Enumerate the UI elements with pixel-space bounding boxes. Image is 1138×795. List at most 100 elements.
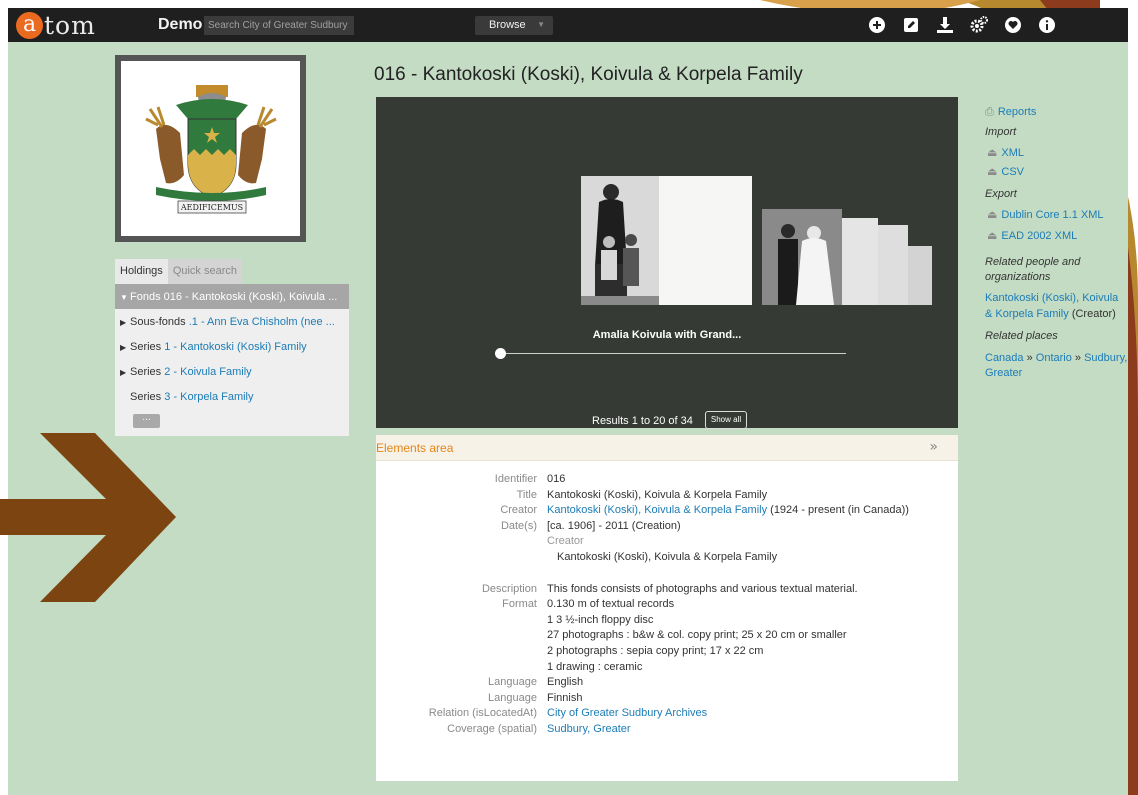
field-coverage: Coverage (spatial) Sudbury, Greater: [376, 722, 958, 738]
tree-item-link[interactable]: 2 - Koivula Family: [164, 366, 251, 378]
import-csv-item[interactable]: ⏏ CSV: [985, 165, 1128, 188]
tree-item-link[interactable]: 3 - Korpela Family: [164, 391, 253, 403]
holdings-treeview: ▼ Fonds 016 - Kantokoski (Koski), Koivula…: [115, 284, 349, 436]
format-line: 1 3 ½-inch floppy disc: [547, 613, 654, 626]
import-csv-link[interactable]: CSV: [1001, 166, 1024, 178]
browse-label: Browse: [489, 19, 526, 31]
field-value: Kantokoski (Koski), Koivula & Korpela Fa…: [547, 503, 909, 519]
upload-icon: ⏏: [987, 147, 998, 159]
atom-logo[interactable]: a tom: [16, 9, 96, 41]
heart-icon[interactable]: [996, 14, 1030, 36]
export-heading: Export: [985, 188, 1017, 200]
page-title: 016 - Kantokoski (Koski), Koivula & Korp…: [374, 64, 803, 85]
tab-holdings[interactable]: Holdings: [115, 259, 168, 284]
place-separator: »: [1023, 352, 1036, 364]
field-label: Description: [481, 582, 537, 595]
field-value: Finnish: [547, 691, 583, 704]
search-input[interactable]: [204, 16, 354, 35]
logo-text: tom: [44, 10, 96, 40]
header-icon-menu: [860, 14, 1064, 36]
related-places: Canada » Ontario » Sudbury, Greater: [985, 351, 1128, 381]
carousel-thumbnail[interactable]: [762, 209, 842, 305]
carousel-thumbnail[interactable]: [659, 176, 752, 305]
relation-link[interactable]: City of Greater Sudbury Archives: [547, 707, 707, 719]
right-context-menu: ⎙ Reports Import ⏏ XML ⏏ CSV Export ⏏ Dublin…: [985, 106, 1128, 381]
repository-logo[interactable]: AEDIFICEMUS: [115, 55, 306, 242]
site-title[interactable]: Demo: [158, 16, 202, 34]
tree-item-series-3[interactable]: Series 3 - Korpela Family: [115, 384, 349, 409]
carousel-thumbnail[interactable]: [908, 246, 932, 305]
export-dc-item[interactable]: ⏏ Dublin Core 1.1 XML: [985, 208, 1128, 229]
field-label: Identifier: [494, 473, 537, 485]
reports-link[interactable]: Reports: [998, 106, 1037, 118]
creator-dates: (1924 - present (in Canada)): [767, 504, 909, 517]
field-value: [ca. 1906] - 2011 (Creation) Creator Kan…: [547, 519, 777, 582]
info-icon[interactable]: [1030, 14, 1064, 36]
field-value: 016: [547, 473, 566, 485]
tree-item-series-1[interactable]: ▶ Series 1 - Kantokoski (Koski) Family: [115, 334, 349, 359]
carousel-thumbnail[interactable]: [581, 176, 663, 305]
creator-link[interactable]: Kantokoski (Koski), Koivula & Korpela Fa…: [547, 504, 767, 516]
tree-item-type: Series: [130, 391, 162, 403]
elements-field-list: Identifier 016 Title Kantokoski (Koski),…: [376, 472, 958, 738]
elements-area-section: Elements area » Identifier 016 Title Kan…: [376, 435, 958, 781]
field-value: 0.130 m of textual records 1 3 ½-inch fl…: [547, 597, 847, 675]
arrow-right-icon: [0, 433, 176, 602]
logo-motto: AEDIFICEMUS: [179, 203, 242, 212]
import-xml-link[interactable]: XML: [1001, 147, 1024, 159]
field-value: City of Greater Sudbury Archives: [547, 706, 707, 722]
format-line: 2 photographs : sepia copy print; 17 x 2…: [547, 644, 764, 657]
download-icon[interactable]: [928, 14, 962, 36]
related-person-role: (Creator): [1068, 308, 1116, 320]
place-link-ontario[interactable]: Ontario: [1036, 352, 1072, 364]
printer-icon: ⎙: [985, 106, 994, 118]
browse-menu-button[interactable]: Browse ▼: [475, 16, 553, 35]
format-line: 27 photographs : b&w & col. copy print; …: [547, 629, 847, 642]
collapsed-triangle-icon[interactable]: ▶: [120, 318, 127, 327]
expanded-triangle-icon: ▼: [120, 293, 128, 302]
import-xml-item[interactable]: ⏏ XML: [985, 146, 1128, 165]
field-dates: Date(s) [ca. 1906] - 2011 (Creation) Cre…: [376, 519, 958, 582]
field-title: Title Kantokoski (Koski), Koivula & Korp…: [376, 488, 958, 504]
field-format: Format 0.130 m of textual records 1 3 ½-…: [376, 597, 958, 675]
edit-icon[interactable]: [894, 14, 928, 36]
carousel-slider-track[interactable]: [500, 353, 846, 354]
collapsed-triangle-icon[interactable]: ▶: [120, 368, 127, 377]
export-ead-link[interactable]: EAD 2002 XML: [1001, 230, 1077, 242]
tree-item-series-2[interactable]: ▶ Series 2 - Koivula Family: [115, 359, 349, 384]
elements-area-title[interactable]: Elements area: [376, 441, 453, 455]
export-ead-item[interactable]: ⏏ EAD 2002 XML: [985, 229, 1128, 255]
field-description: Description This fonds consists of photo…: [376, 582, 958, 598]
carousel-thumbnail[interactable]: [878, 225, 908, 305]
date-sub-label: Creator: [547, 535, 584, 548]
export-dc-link[interactable]: Dublin Core 1.1 XML: [1001, 209, 1103, 221]
elements-area-header[interactable]: Elements area »: [376, 435, 958, 461]
field-relation: Relation (isLocatedAt) City of Greater S…: [376, 706, 958, 722]
upload-icon: ⏏: [987, 166, 998, 178]
plus-circle-icon[interactable]: [860, 14, 894, 36]
tab-quick-search[interactable]: Quick search: [167, 259, 243, 284]
coverage-link[interactable]: Sudbury, Greater: [547, 723, 631, 735]
tree-item-link[interactable]: 016 - Kantokoski (Koski), Koivula ...: [164, 291, 338, 303]
format-line: 0.130 m of textual records: [547, 598, 675, 611]
carousel-thumbnail[interactable]: [842, 218, 878, 305]
caret-down-icon: ▼: [537, 20, 545, 29]
show-all-button[interactable]: Show all: [705, 411, 747, 429]
gears-icon[interactable]: [962, 14, 996, 36]
context-menu-tabs: Holdings Quick search: [115, 259, 243, 284]
reports-item[interactable]: ⎙ Reports: [985, 106, 1128, 126]
tree-item-sous-fonds[interactable]: ▶ Sous-fonds .1 - Ann Eva Chisholm (nee .…: [115, 309, 349, 334]
app-window: a tom Demo Browse ▼: [8, 8, 1128, 795]
carousel-slider-handle[interactable]: [495, 348, 506, 359]
place-link-canada[interactable]: Canada: [985, 352, 1024, 364]
collapsed-triangle-icon[interactable]: ▶: [120, 343, 127, 352]
tree-item-link[interactable]: .1 - Ann Eva Chisholm (nee ...: [189, 316, 335, 328]
field-value: English: [547, 676, 584, 689]
place-separator: »: [1071, 352, 1085, 364]
field-label: Language: [488, 691, 537, 704]
field-identifier: Identifier 016: [376, 472, 958, 488]
double-chevron-right-icon[interactable]: »: [929, 439, 938, 455]
export-icon: ⏏: [987, 230, 998, 242]
tree-item-link[interactable]: 1 - Kantokoski (Koski) Family: [164, 341, 306, 353]
tree-item-fonds[interactable]: ▼ Fonds 016 - Kantokoski (Koski), Koivula…: [115, 284, 349, 309]
